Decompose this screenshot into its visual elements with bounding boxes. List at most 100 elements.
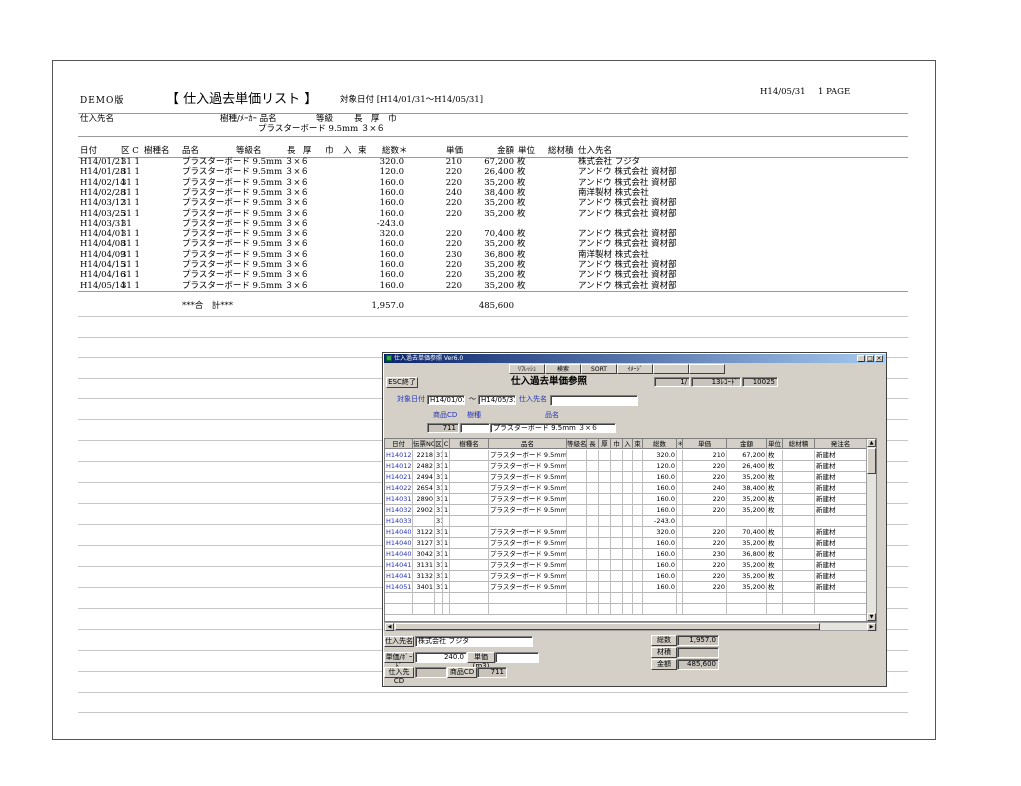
grid-cell-species [450,483,489,494]
grid-header-entry[interactable]: 入 [623,439,633,449]
grid-cell-empty [727,593,767,604]
date-to-input[interactable]: H14/05/31 [478,395,516,405]
product-code-input[interactable]: 711 [427,423,459,433]
grid-cell-species [450,450,489,461]
toolbar-blank-2[interactable] [689,364,725,374]
report-row-k: 31 1 [121,280,140,291]
report-row-supplier: アンドウ 株式会社 資材部 [578,229,677,240]
grid-cell-no: 3131 [413,560,435,571]
report-row-unit: 枚 [517,239,526,250]
report-row-supplier: アンドウ 株式会社 資材部 [578,198,677,209]
report-row-name: プラスターボード 9.5mm ３×６ [182,239,309,250]
grid-row[interactable]: H1401212218311 プラスターボード 9.5mm ３×６ 320.0 210… [385,450,876,461]
grid-row[interactable]: H14033131-243.0棚卸 [385,516,876,527]
divider [78,113,908,114]
grid-header-volume[interactable]: 総材積 [783,439,815,449]
date-from-input[interactable]: H14/01/01 [427,395,465,405]
grid-row-empty[interactable] [385,604,876,615]
grid-row[interactable]: H1404153131311プラスターボード 9.5mm ３×６160.0220… [385,560,876,571]
grid-header-thick[interactable]: 厚 [599,439,611,449]
grid-header-amount[interactable]: 金額 [727,439,767,449]
grid-cell-empty [435,593,443,604]
toolbar-blank-1[interactable] [653,364,689,374]
column-header-name: 品名 [182,146,200,156]
search-button[interactable]: 検索 [545,364,581,374]
grid-row[interactable]: H1401282482311 プラスターボード 9.5mm ３×６ 120.0 220… [385,461,876,472]
price-history-window[interactable]: 仕入過去単価参照 Ver6.0 _ □ × ﾘﾌﾚｯｼｭ 検索 SORT ｲﾒｰ… [382,352,887,687]
grid-header-species[interactable]: 樹種名 [450,439,489,449]
grid-cell-k: 31 [435,472,443,483]
total-qty-label: 総数 [651,635,677,646]
grid-header-c[interactable]: C [443,439,450,449]
horizontal-scrollbar[interactable]: ◀ ▶ [384,622,877,631]
grid-header-grade[interactable]: 等級名 [567,439,587,449]
grid-cell-volume [783,549,815,560]
grid-header-width[interactable]: 巾 [611,439,623,449]
record-position: 1/ [654,377,690,387]
grid-row[interactable]: H1404093042311 プラスターボード 9.5mm ３×６ 160.0 230… [385,549,876,560]
grid-cell-grade [567,582,587,593]
grid-cell-empty [633,604,643,615]
window-titlebar[interactable]: 仕入過去単価参照 Ver6.0 _ □ × [384,354,885,363]
grid-row[interactable]: H1402282654311 プラスターボード 9.5mm ３×６ 160.0 240… [385,483,876,494]
image-button[interactable]: ｲﾒｰｼﾞ [617,364,653,374]
grid-row[interactable]: H1402142494311 プラスターボード 9.5mm ３×６ 160.0 220… [385,472,876,483]
grid-row[interactable]: H1404083127311 プラスターボード 9.5mm ３×６ 160.0 220… [385,538,876,549]
grid-cell-species [450,516,489,527]
supplier-input[interactable] [550,395,638,406]
report-row-unit: 枚 [517,157,526,167]
grid-header-price[interactable]: 単価 [683,439,727,449]
grid-header-qty[interactable]: 総数 [643,439,677,449]
esc-exit-button[interactable]: ESC終了 [386,377,418,388]
grid-row[interactable]: H1404163132311 プラスターボード 9.5mm ３×６ 160.0 220… [385,571,876,582]
report-row-qty: 160.0 [379,187,404,198]
grid-header-bundle[interactable]: 束 [633,439,643,449]
grid-cell-empty [815,593,867,604]
grid-cell-type: 新建材 [815,538,867,549]
grid-header-no[interactable]: 伝票NO [413,439,435,449]
minimize-icon[interactable]: _ [857,355,865,362]
sort-button[interactable]: SORT [581,364,617,374]
close-icon[interactable]: × [875,355,883,362]
report-row-unit: 枚 [517,208,526,219]
grid-header-date[interactable]: 日付 [385,439,413,449]
scroll-up-icon[interactable]: ▲ [867,439,876,447]
grid-header-k[interactable]: 区 [435,439,443,449]
vertical-scrollbar[interactable]: ▲ ▼ [866,439,876,621]
grid-header-name[interactable]: 品名 [489,439,567,449]
report-row-supplier: アンドウ 株式会社 資材部 [578,270,677,281]
grid-cell-empty [643,604,677,615]
date-label: 対象日付 [397,395,425,403]
grid-row[interactable]: H1405143401311 プラスターボード 9.5mm ３×６ 160.0 220… [385,582,876,593]
report-row-qty: 320.0 [379,229,404,240]
grid-row-empty[interactable] [385,593,876,604]
scroll-left-icon[interactable]: ◀ [385,623,394,631]
total-volume-value [677,647,719,658]
grid-cell-amount: 67,200 [727,450,767,461]
grid-cell-thick [599,571,611,582]
grid-cell-name: プラスターボード 9.5mm ３×６ [490,494,567,505]
grid-cell-date: H140312 [386,494,413,505]
grid-header-unit[interactable]: 単位 [767,439,783,449]
grid-cell-type: 新建材 [815,560,867,571]
hscroll-thumb[interactable] [395,623,820,630]
scroll-down-icon[interactable]: ▼ [867,613,876,621]
grid-cell-empty [599,604,611,615]
product-name-input[interactable]: プラスターボード 9.5mm ３×６ [490,423,616,433]
grid-header-type[interactable]: 発注名 [815,439,867,449]
grid-row[interactable]: H1404013122311 プラスターボード 9.5mm ３×６ 320.0 220… [385,527,876,538]
app-icon [386,355,392,361]
maximize-icon[interactable]: □ [866,355,874,362]
grid-cell-type: 新建材 [815,571,867,582]
report-row-date: H14/03/12 [80,198,126,209]
grid-cell-length [587,560,599,571]
scroll-thumb[interactable] [867,448,876,474]
report-row-name: プラスターボード 9.5mm ３×６ [182,280,309,291]
species-input[interactable] [460,423,490,433]
grid-row[interactable]: H1403122890311 プラスターボード 9.5mm ３×６ 160.0 220… [385,494,876,505]
history-grid[interactable]: 日付 伝票NO 区 C 樹種名 品名 等級名長厚巾入束総数＊単価 金額 単位 総材積 発注名 H14… [384,438,877,622]
grid-header-length[interactable]: 長 [587,439,599,449]
scroll-right-icon[interactable]: ▶ [867,623,876,631]
grid-row[interactable]: H1403252902311 プラスターボード 9.5mm ３×６ 160.0 220… [385,505,876,516]
refresh-button[interactable]: ﾘﾌﾚｯｼｭ [509,364,545,374]
